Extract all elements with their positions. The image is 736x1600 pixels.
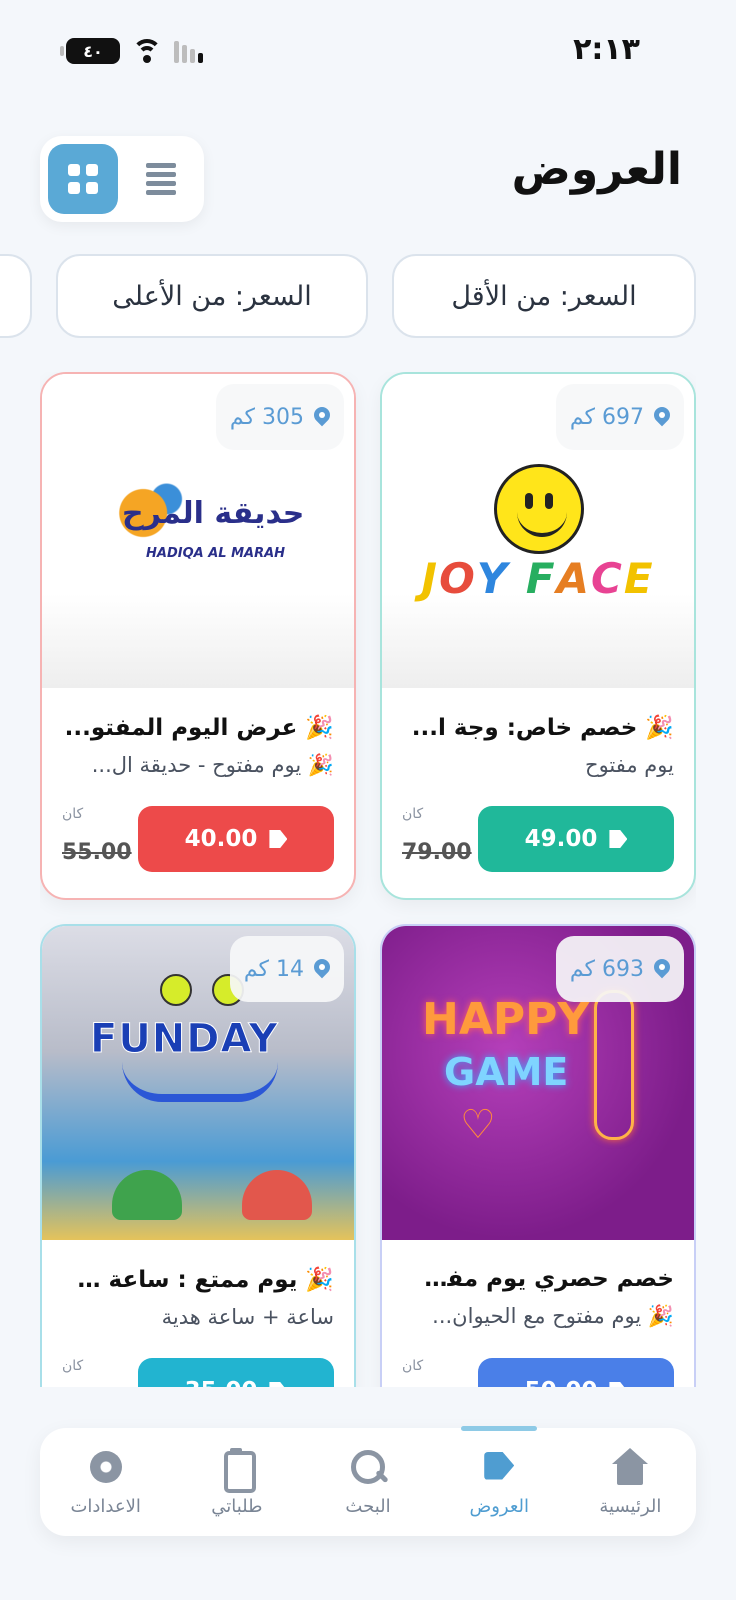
was-label: كان — [402, 1358, 424, 1374]
price-row: 50.00 كان — [402, 1358, 674, 1387]
price-value: 49.00 — [524, 826, 598, 852]
offer-subtitle: يوم مفتوح — [585, 753, 674, 777]
offer-card[interactable]: حديقة المرح HADIQA AL MARAH 305 كم 🎉 عرض… — [40, 372, 356, 900]
neon-hand-icon — [594, 990, 634, 1140]
price-row: 35.00 كان — [62, 1358, 334, 1387]
toy-decoration — [242, 1170, 312, 1220]
grid-view-button[interactable] — [48, 144, 118, 214]
offers-grid: JOY FACE 697 كم 🎉 خصم خاص: وجة ا... يوم … — [40, 372, 696, 1387]
offer-subtitle: 🎉 يوم مفتوح مع الحيوان... — [432, 1304, 674, 1328]
offer-image: حديقة المرح HADIQA AL MARAH 305 كم — [42, 374, 354, 688]
bottom-nav: الرئيسية العروض البحث طلباتي الاعدادات — [40, 1426, 696, 1536]
battery-icon: ٤٠ — [60, 38, 120, 64]
brand-logo-subtext: HADIQA AL MARAH — [146, 546, 286, 561]
wifi-icon — [132, 39, 162, 63]
nav-label: طلباتي — [211, 1495, 263, 1517]
distance-text: 693 كم — [569, 956, 644, 982]
price-value: 40.00 — [184, 826, 258, 852]
offer-image: JOY FACE 697 كم — [382, 374, 694, 688]
price-tag-icon — [609, 830, 628, 848]
distance-text: 305 كم — [229, 404, 304, 430]
distance-badge: 305 كم — [215, 384, 344, 450]
nav-settings[interactable]: الاعدادات — [42, 1428, 170, 1536]
offer-subtitle: ساعة + ساعة هدية — [161, 1305, 334, 1329]
brand-logo-text: حديقة المرح — [122, 496, 305, 531]
neon-sign-game: GAME — [444, 1050, 569, 1094]
sort-more-chip[interactable] — [0, 254, 32, 338]
signal-icon — [174, 39, 203, 63]
price-row: 49.00 كان 79.00 — [402, 806, 674, 872]
smiley-logo — [494, 464, 584, 554]
status-time: ٢:١٣ — [573, 32, 640, 67]
clipboard-icon — [216, 1447, 258, 1493]
nav-label: البحث — [345, 1495, 391, 1517]
distance-badge: 693 كم — [555, 936, 684, 1002]
price-button[interactable]: 40.00 — [138, 806, 334, 872]
location-pin-icon — [314, 959, 330, 979]
price-row: 40.00 كان 55.00 — [62, 806, 334, 872]
nav-label: العروض — [469, 1495, 529, 1517]
offer-card[interactable]: FUNDAY 14 كم 🎉 يوم ممتع : ساعة ل... ساعة… — [40, 924, 356, 1387]
nav-label: الرئيسية — [599, 1495, 662, 1517]
nav-search[interactable]: البحث — [304, 1428, 432, 1536]
view-toggle — [40, 136, 204, 222]
grid-icon — [68, 164, 98, 194]
was-label: كان — [62, 806, 84, 822]
offer-title: خصم حصري يوم مفت... — [402, 1266, 674, 1292]
sort-price-desc-chip[interactable]: السعر: من الأعلى — [56, 254, 368, 338]
status-bar: ٢:١٣ ٤٠ — [0, 0, 736, 100]
heart-icon: ♡ — [460, 1102, 496, 1148]
nav-offers[interactable]: العروض — [435, 1426, 563, 1536]
old-price: 55.00 — [62, 840, 132, 865]
was-label: كان — [402, 806, 424, 822]
price-tag-icon — [269, 830, 288, 848]
price-value: 50.00 — [525, 1378, 598, 1387]
search-icon — [347, 1448, 389, 1488]
offer-image: HAPPY GAME ♡ 693 كم — [382, 926, 694, 1240]
price-value: 35.00 — [185, 1378, 258, 1387]
list-icon — [146, 163, 176, 195]
old-price: 79.00 — [402, 840, 472, 865]
price-button[interactable]: 35.00 — [138, 1358, 334, 1387]
gear-icon — [85, 1447, 127, 1488]
offer-card[interactable]: JOY FACE 697 كم 🎉 خصم خاص: وجة ا... يوم … — [380, 372, 696, 900]
battery-level: ٤٠ — [83, 41, 103, 61]
location-pin-icon — [654, 959, 670, 979]
brand-logo-text: JOY FACE — [421, 554, 655, 603]
nav-label: الاعدادات — [70, 1495, 141, 1517]
offer-title: 🎉 يوم ممتع : ساعة ل... — [62, 1267, 334, 1293]
neon-sign-happy: HAPPY — [422, 994, 590, 1045]
toy-decoration — [112, 1170, 182, 1220]
offer-title: 🎉 عرض اليوم المفتو... — [64, 715, 334, 741]
nav-orders[interactable]: طلباتي — [173, 1428, 301, 1536]
tags-icon — [478, 1448, 520, 1488]
price-button[interactable]: 50.00 — [478, 1358, 674, 1387]
sort-chips: السعر: من الأقل السعر: من الأعلى — [0, 254, 696, 340]
price-button[interactable]: 49.00 — [478, 806, 674, 872]
offer-subtitle: 🎉 يوم مفتوح - حديقة ال... — [91, 753, 334, 777]
location-pin-icon — [314, 407, 330, 427]
offer-title: 🎉 خصم خاص: وجة ا... — [411, 715, 674, 741]
distance-text: 14 كم — [243, 956, 304, 982]
brand-logo-text: FUNDAY — [90, 1016, 279, 1063]
list-view-button[interactable] — [126, 144, 196, 214]
ball-decoration — [160, 974, 192, 1006]
smile-logo — [122, 1062, 278, 1102]
nav-home[interactable]: الرئيسية — [566, 1428, 694, 1536]
home-icon — [609, 1447, 651, 1488]
sort-price-asc-chip[interactable]: السعر: من الأقل — [392, 254, 696, 338]
location-pin-icon — [654, 407, 670, 427]
price-tag-icon — [609, 1382, 628, 1387]
status-icons: ٤٠ — [60, 38, 203, 64]
offer-image: FUNDAY 14 كم — [42, 926, 354, 1240]
distance-badge: 14 كم — [229, 936, 344, 1002]
was-label: كان — [62, 1358, 84, 1374]
price-tag-icon — [269, 1382, 288, 1387]
page-title: العروض — [511, 144, 682, 195]
offer-card[interactable]: HAPPY GAME ♡ 693 كم خصم حصري يوم مفت... … — [380, 924, 696, 1387]
distance-badge: 697 كم — [555, 384, 684, 450]
distance-text: 697 كم — [569, 404, 644, 430]
